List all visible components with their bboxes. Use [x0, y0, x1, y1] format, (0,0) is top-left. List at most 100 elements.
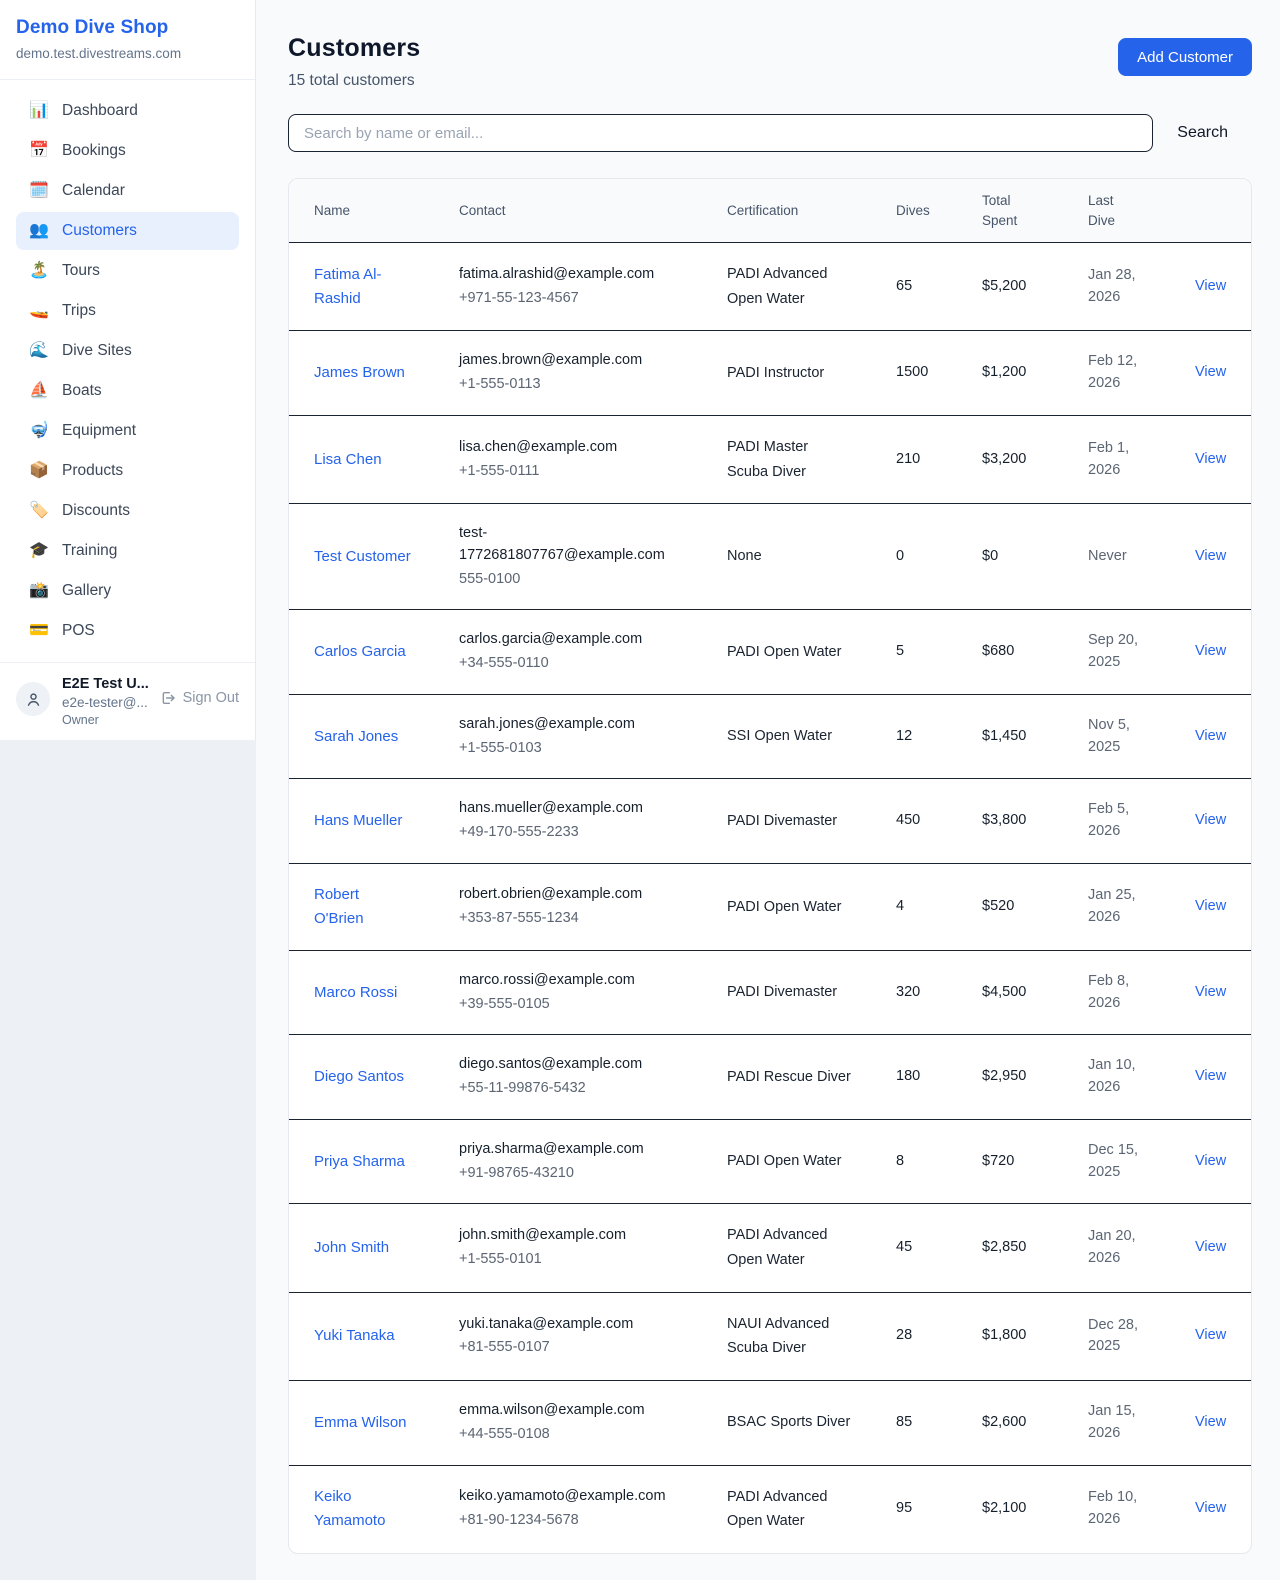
search-button[interactable]: Search	[1153, 124, 1252, 142]
customer-name-link[interactable]: Robert O'Brien	[314, 883, 411, 931]
view-customer-link[interactable]: View	[1195, 898, 1226, 914]
contact-cell: keiko.yamamoto@example.com+81-90-1234-56…	[459, 1465, 727, 1553]
sign-out-button[interactable]: Sign Out	[160, 690, 239, 706]
people-icon: 👥	[29, 223, 49, 239]
sidebar-item-calendar[interactable]: 🗓️Calendar	[16, 172, 239, 210]
column-header-total-spent: Total Spent	[982, 179, 1088, 243]
sidebar-item-pos[interactable]: 💳POS	[16, 612, 239, 650]
user-name: E2E Test U...	[62, 676, 148, 692]
view-customer-link[interactable]: View	[1195, 728, 1226, 744]
tag-icon: 🏷️	[29, 503, 49, 519]
dives-cell: 95	[896, 1465, 982, 1553]
certification-cell: PADI Advanced Open Water	[727, 1204, 896, 1292]
camera-icon: 📸	[29, 583, 49, 599]
last-dive-cell: Jan 25, 2026	[1088, 863, 1183, 950]
view-customer-link[interactable]: View	[1195, 364, 1226, 380]
customer-name-link[interactable]: Priya Sharma	[314, 1150, 405, 1174]
table-row: Emma Wilsonemma.wilson@example.com+44-55…	[289, 1381, 1251, 1466]
sidebar-item-training[interactable]: 🎓Training	[16, 532, 239, 570]
customer-name-link[interactable]: Yuki Tanaka	[314, 1324, 395, 1348]
name-cell: Emma Wilson	[289, 1381, 459, 1466]
table-row: Robert O'Brienrobert.obrien@example.com+…	[289, 863, 1251, 950]
wave-icon: 🌊	[29, 343, 49, 359]
view-customer-link[interactable]: View	[1195, 1500, 1226, 1516]
name-cell: James Brown	[289, 331, 459, 416]
sidebar-item-bookings[interactable]: 📅Bookings	[16, 132, 239, 170]
sidebar-item-customers[interactable]: 👥Customers	[16, 212, 239, 250]
customer-name-link[interactable]: Marco Rossi	[314, 981, 397, 1005]
customer-email: priya.sharma@example.com	[459, 1139, 679, 1161]
certification-cell: None	[727, 504, 896, 610]
certification-cell: PADI Open Water	[727, 610, 896, 695]
sidebar-item-boats[interactable]: ⛵Boats	[16, 372, 239, 410]
sidebar-item-products[interactable]: 📦Products	[16, 452, 239, 490]
sidebar-item-label: Dashboard	[62, 102, 138, 120]
customer-name-link[interactable]: Emma Wilson	[314, 1411, 407, 1435]
sidebar-item-discounts[interactable]: 🏷️ Discounts	[16, 492, 239, 530]
view-cell: View	[1183, 504, 1251, 610]
customer-name-link[interactable]: Test Customer	[314, 545, 411, 569]
customer-name-link[interactable]: Keiko Yamamoto	[314, 1485, 411, 1533]
view-customer-link[interactable]: View	[1195, 278, 1226, 294]
view-customer-link[interactable]: View	[1195, 1068, 1226, 1084]
graduation-cap-icon: 🎓	[29, 543, 49, 559]
customer-name-link[interactable]: Fatima Al-Rashid	[314, 263, 411, 311]
customer-name-link[interactable]: Lisa Chen	[314, 448, 382, 472]
add-customer-button[interactable]: Add Customer	[1118, 38, 1252, 76]
contact-cell: marco.rossi@example.com+39-555-0105	[459, 950, 727, 1035]
sidebar-item-label: Discounts	[62, 502, 130, 520]
customer-name-link[interactable]: Hans Mueller	[314, 809, 402, 833]
view-customer-link[interactable]: View	[1195, 1414, 1226, 1430]
customer-phone: 555-0100	[459, 569, 679, 591]
speedboat-icon: 🚤	[29, 303, 49, 319]
customer-email: sarah.jones@example.com	[459, 714, 679, 736]
view-customer-link[interactable]: View	[1195, 1239, 1226, 1255]
customer-name-link[interactable]: James Brown	[314, 361, 405, 385]
column-header-name: Name	[289, 179, 459, 243]
view-cell: View	[1183, 694, 1251, 779]
contact-cell: fatima.alrashid@example.com+971-55-123-4…	[459, 243, 727, 331]
view-customer-link[interactable]: View	[1195, 984, 1226, 1000]
total-spent-cell: $720	[982, 1119, 1088, 1204]
customer-email: robert.obrien@example.com	[459, 884, 679, 906]
contact-cell: yuki.tanaka@example.com+81-555-0107	[459, 1292, 727, 1380]
view-cell: View	[1183, 1035, 1251, 1120]
spiral-calendar-icon: 🗓️	[29, 183, 49, 199]
name-cell: Diego Santos	[289, 1035, 459, 1120]
contact-cell: diego.santos@example.com+55-11-99876-543…	[459, 1035, 727, 1120]
sidebar-item-gallery[interactable]: 📸 Gallery	[16, 572, 239, 610]
view-cell: View	[1183, 779, 1251, 864]
sidebar-item-label: Gallery	[62, 582, 111, 600]
view-customer-link[interactable]: View	[1195, 812, 1226, 828]
view-customer-link[interactable]: View	[1195, 643, 1226, 659]
calendar-icon: 📅	[29, 143, 49, 159]
view-customer-link[interactable]: View	[1195, 1153, 1226, 1169]
customer-phone: +971-55-123-4567	[459, 288, 679, 310]
last-dive-cell: Feb 1, 2026	[1088, 415, 1183, 503]
customer-name-link[interactable]: John Smith	[314, 1236, 389, 1260]
dives-cell: 45	[896, 1204, 982, 1292]
column-header-contact: Contact	[459, 179, 727, 243]
name-cell: Hans Mueller	[289, 779, 459, 864]
customer-name-link[interactable]: Carlos Garcia	[314, 640, 406, 664]
view-customer-link[interactable]: View	[1195, 451, 1226, 467]
total-spent-cell: $4,500	[982, 950, 1088, 1035]
sidebar-item-tours[interactable]: 🏝️Tours	[16, 252, 239, 290]
sailboat-icon: ⛵	[29, 383, 49, 399]
customer-phone: +81-90-1234-5678	[459, 1510, 679, 1532]
total-spent-cell: $1,800	[982, 1292, 1088, 1380]
customer-name-link[interactable]: Sarah Jones	[314, 725, 398, 749]
sidebar-item-equipment[interactable]: 🤿Equipment	[16, 412, 239, 450]
view-customer-link[interactable]: View	[1195, 1327, 1226, 1343]
view-cell: View	[1183, 863, 1251, 950]
search-input[interactable]	[288, 114, 1153, 152]
sidebar-item-dive-sites[interactable]: 🌊Dive Sites	[16, 332, 239, 370]
dives-cell: 1500	[896, 331, 982, 416]
view-customer-link[interactable]: View	[1195, 548, 1226, 564]
view-cell: View	[1183, 950, 1251, 1035]
customer-name-link[interactable]: Diego Santos	[314, 1065, 404, 1089]
page-title: Customers	[288, 34, 420, 63]
sidebar-item-dashboard[interactable]: 📊Dashboard	[16, 92, 239, 130]
user-email: e2e-tester@...	[62, 695, 148, 710]
sidebar-item-trips[interactable]: 🚤Trips	[16, 292, 239, 330]
